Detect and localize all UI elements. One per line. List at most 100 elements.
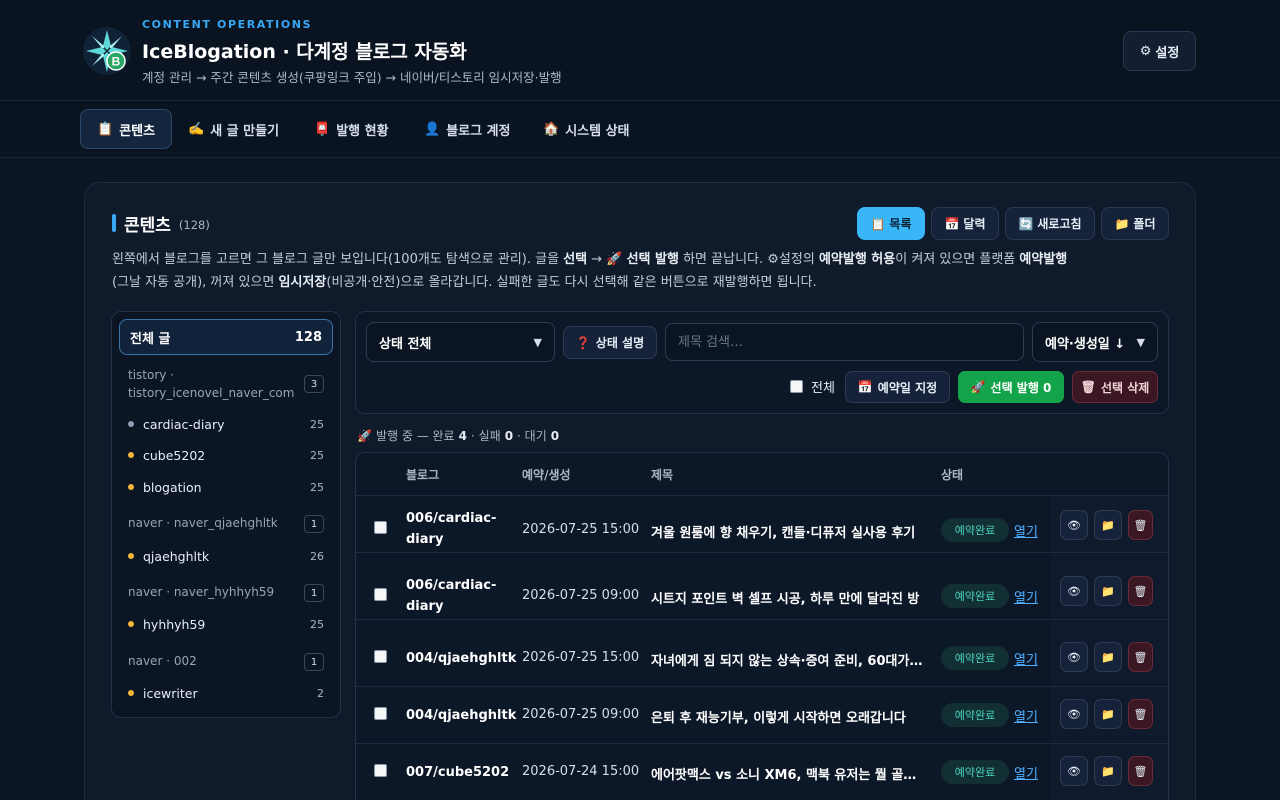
sort-select[interactable]: 예약·생성일 ↓ ▼ <box>1032 322 1158 362</box>
row-checkbox[interactable] <box>374 650 387 663</box>
list-view-button[interactable]: 📋 목록 <box>857 207 925 240</box>
column-header-date: 예약/생성 <box>522 468 571 482</box>
delete-selected-button[interactable]: 🗑 선택 삭제 <box>1072 371 1158 403</box>
tab-label: 콘텐츠 <box>119 123 156 139</box>
sidebar-item-blogation[interactable]: blogation 25 <box>128 477 324 497</box>
column-header-blog: 블로그 <box>406 468 440 482</box>
clipboard-icon: 📋 <box>97 121 114 137</box>
title-search-input[interactable] <box>665 323 1024 361</box>
open-link[interactable]: 열기 <box>1014 649 1038 668</box>
refresh-button[interactable]: 🔄 새로고침 <box>1005 207 1095 240</box>
settings-label: 설정 <box>1155 45 1180 61</box>
table-cell-date: 2026-07-25 09:00 <box>522 588 640 603</box>
table-cell-date: 2026-07-25 09:00 <box>522 707 640 722</box>
preview-button[interactable]: 👁 <box>1060 642 1088 672</box>
preview-button[interactable]: 👁 <box>1060 510 1088 540</box>
set-schedule-label: 예약일 지정 <box>877 380 938 395</box>
folder-icon: 📁 <box>1114 216 1130 231</box>
open-link[interactable]: 열기 <box>1014 763 1038 782</box>
progress-fail-count: 0 <box>504 428 514 443</box>
delete-selected-label: 선택 삭제 <box>1100 380 1150 395</box>
table-cell-title[interactable]: 에어팟맥스 vs 소니 XM6, 맥북 유저는 뭘 골라야 할까 <box>651 764 926 783</box>
trash-icon: 🗑 <box>1133 518 1148 532</box>
section-description: 왼쪽에서 블로그를 고르면 그 블로그 글만 보입니다(100개도 탐색으로 관… <box>112 248 1072 294</box>
row-checkbox[interactable] <box>374 707 387 720</box>
folder-button[interactable]: 📁 <box>1094 642 1122 672</box>
folder-button[interactable]: 📁 <box>1094 699 1122 729</box>
sidebar-item-all-posts[interactable]: 전체 글 128 <box>119 319 333 355</box>
table-cell-title[interactable]: 은퇴 후 재능기부, 이렇게 시작하면 오래갑니다 <box>651 707 926 726</box>
folder-button[interactable]: 📁 <box>1094 756 1122 786</box>
delete-button[interactable]: 🗑 <box>1128 642 1153 672</box>
tab-blog-accounts[interactable]: 👤 블로그 계정 <box>408 109 527 149</box>
tab-bar: 📋 콘텐츠 ✍️ 새 글 만들기 📮 발행 현황 👤 블로그 계정 🏠 시스템 … <box>0 101 1280 158</box>
desc-bold: 선택 발행 <box>626 252 679 267</box>
open-link[interactable]: 열기 <box>1014 521 1038 540</box>
tab-content[interactable]: 📋 콘텐츠 <box>80 109 173 149</box>
delete-button[interactable]: 🗑 <box>1128 576 1153 606</box>
sidebar-item-label: 전체 글 <box>130 331 171 347</box>
status-help-button[interactable]: ❓ 상태 설명 <box>563 326 657 359</box>
user-icon: 👤 <box>424 121 441 137</box>
select-all-checkbox[interactable]: 전체 <box>790 377 835 396</box>
open-link[interactable]: 열기 <box>1014 706 1038 725</box>
sidebar-item-cube5202[interactable]: cube5202 25 <box>128 445 324 465</box>
status-help-label: 상태 설명 <box>595 336 645 350</box>
open-link[interactable]: 열기 <box>1014 587 1038 606</box>
table-cell-title[interactable]: 시트지 포인트 벽 셀프 시공, 하루 만에 달라진 방 <box>651 588 926 607</box>
sidebar-item-icewriter[interactable]: icewriter 2 <box>128 683 324 703</box>
folder-button[interactable]: 📁 <box>1094 576 1122 606</box>
table-cell-blog: 006/cardiac-diary <box>406 511 497 547</box>
sidebar-item-cardiac-diary[interactable]: cardiac-diary 25 <box>128 414 324 434</box>
sidebar-item-count: 25 <box>310 448 324 462</box>
delete-button[interactable]: 🗑 <box>1128 699 1153 729</box>
settings-button[interactable]: ⚙ 설정 <box>1123 31 1196 71</box>
progress-wait-label: · 대기 <box>517 429 547 443</box>
folder-icon: 📁 <box>1101 707 1115 721</box>
desc-text: 이 켜져 있으면 플랫폼 <box>895 252 1020 267</box>
sidebar-group-count: 1 <box>304 584 324 602</box>
folder-button[interactable]: 📁 <box>1094 510 1122 540</box>
tab-new-post[interactable]: ✍️ 새 글 만들기 <box>172 109 295 149</box>
table-cell-title[interactable]: 겨울 원룸에 향 채우기, 캔들·디퓨저 실사용 후기 <box>651 522 926 541</box>
row-divider <box>356 552 1168 553</box>
sidebar-item-hyhhyh59[interactable]: hyhhyh59 25 <box>128 614 324 634</box>
row-checkbox[interactable] <box>374 521 387 534</box>
desc-text: (비공개·안전)으로 올라갑니다. 실패한 글도 다시 선택해 같은 버튼으로 … <box>326 275 817 290</box>
app-title: IceBlogation · 다계정 블로그 자동화 <box>142 41 467 63</box>
tab-label: 블로그 계정 <box>446 123 511 139</box>
calendar-icon: 📅 <box>944 216 960 231</box>
folder-icon: 📁 <box>1101 584 1115 598</box>
sidebar-item-count: 128 <box>294 329 322 345</box>
posts-table <box>355 452 1169 800</box>
row-checkbox[interactable] <box>374 588 387 601</box>
preview-button[interactable]: 👁 <box>1060 576 1088 606</box>
table-cell-date: 2026-07-25 15:00 <box>522 650 640 665</box>
status-dot <box>128 484 134 490</box>
progress-done-count: 4 <box>458 428 467 443</box>
sidebar-item-count: 25 <box>310 617 324 631</box>
preview-button[interactable]: 👁 <box>1060 699 1088 729</box>
row-divider <box>356 619 1168 620</box>
delete-button[interactable]: 🗑 <box>1128 756 1153 786</box>
sidebar-group-naver-qjaehghltk: naver · naver_qjaehghltk <box>128 516 278 530</box>
sidebar-item-count: 25 <box>310 417 324 431</box>
tab-publish-status[interactable]: 📮 발행 현황 <box>298 109 405 149</box>
preview-button[interactable]: 👁 <box>1060 756 1088 786</box>
table-cell-blog: 007/cube5202 <box>406 765 510 780</box>
status-filter-select[interactable]: 상태 전체 ▼ <box>366 322 555 362</box>
row-checkbox[interactable] <box>374 764 387 777</box>
checkbox-box[interactable] <box>790 379 803 393</box>
status-dot <box>128 421 134 427</box>
tab-system-status[interactable]: 🏠 시스템 상태 <box>527 109 646 149</box>
calendar-view-button[interactable]: 📅 달력 <box>931 207 999 240</box>
folder-button[interactable]: 📁 폴더 <box>1101 207 1169 240</box>
status-badge: 예약완료 <box>941 703 1009 727</box>
set-schedule-button[interactable]: 📅 예약일 지정 <box>845 371 950 403</box>
table-cell-title[interactable]: 자녀에게 짐 되지 않는 상속·증여 준비, 60대가 알아야 할 것 <box>651 650 926 669</box>
trash-icon: 🗑 <box>1080 380 1096 394</box>
publish-selected-button[interactable]: 🚀 선택 발행 0 <box>958 371 1064 403</box>
delete-button[interactable]: 🗑 <box>1128 510 1153 540</box>
sidebar-item-qjaehghltk[interactable]: qjaehghltk 26 <box>128 546 324 566</box>
desc-text: 하면 끝납니다. ⚙설정의 <box>678 252 819 267</box>
